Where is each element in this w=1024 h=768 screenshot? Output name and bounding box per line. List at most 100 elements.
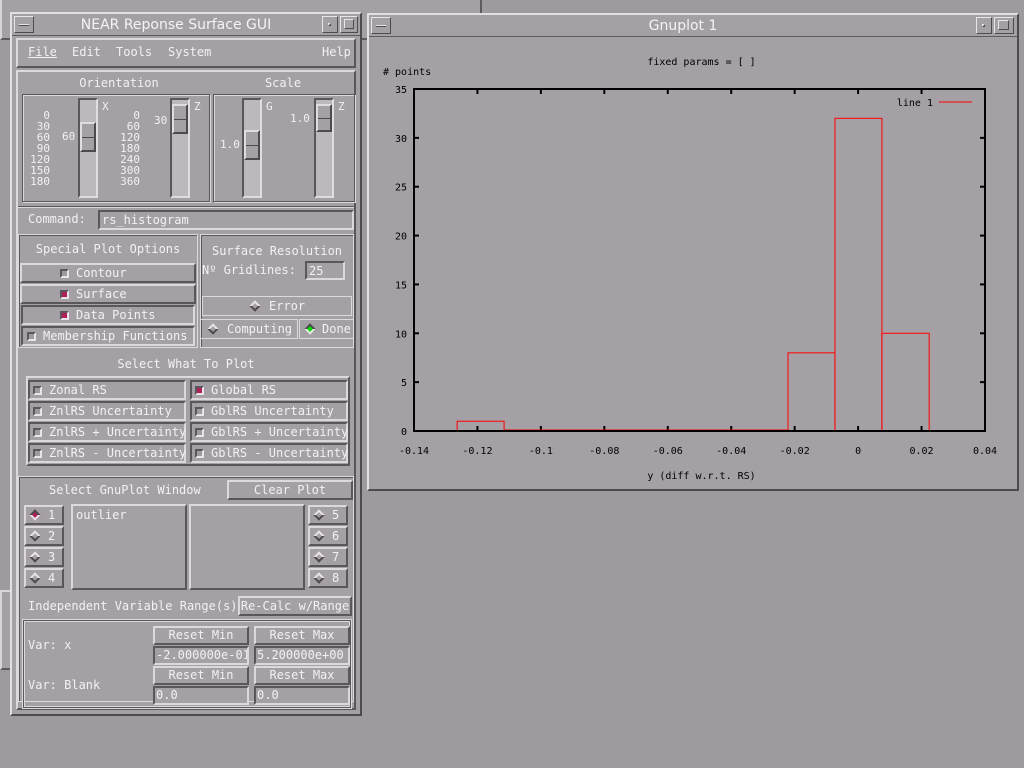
g-slider-thumb[interactable]: [244, 130, 260, 160]
x-tick-label: -0.06: [653, 446, 683, 457]
global-rs-checkbox[interactable]: [195, 386, 204, 395]
gridlines-input[interactable]: 25: [305, 261, 345, 280]
menu-help[interactable]: Help: [322, 45, 351, 59]
var-blank-reset-min-button[interactable]: Reset Min: [153, 666, 249, 685]
gnuplot-window-3-radio[interactable]: 3: [24, 547, 64, 567]
x-tick-label: -0.08: [589, 446, 619, 457]
tick-label: 360: [120, 175, 140, 188]
y-tick-label: 5: [401, 378, 407, 389]
contour-checkbox[interactable]: [60, 269, 69, 278]
maximize-button[interactable]: [340, 16, 358, 33]
x-tick-label: -0.02: [780, 446, 810, 457]
gblrs-uncertainty-checkbox[interactable]: [195, 407, 204, 416]
select-what-to-plot-label: Select What To Plot: [117, 357, 255, 371]
surface-checkbox[interactable]: [60, 290, 69, 299]
status-error: Error: [202, 296, 352, 316]
window-menu-button[interactable]: [14, 16, 34, 33]
maximize-button[interactable]: [994, 17, 1014, 34]
command-input[interactable]: rs_histogram: [98, 210, 354, 230]
gnuplot-window-4-radio[interactable]: 4: [24, 568, 64, 588]
option-membership-functions[interactable]: Membership Functions: [21, 326, 195, 346]
plot-list-right[interactable]: [189, 504, 305, 590]
scale-z-slider-thumb[interactable]: [316, 104, 332, 132]
rs-gui-titlebar[interactable]: NEAR Reponse Surface GUI: [12, 14, 360, 36]
plot-gblrs-plus-uncertainty[interactable]: GblRS + Uncertainty: [190, 422, 348, 442]
scale-z-slider[interactable]: [314, 98, 334, 198]
zonal-rs-checkbox[interactable]: [33, 386, 42, 395]
var-x-reset-min-button[interactable]: Reset Min: [153, 626, 249, 645]
var-x-reset-max-button[interactable]: Reset Max: [254, 626, 350, 645]
histogram-bin: [834, 117, 883, 432]
x-tick-label: 0: [855, 446, 861, 457]
radio-indicator-icon: [313, 530, 325, 542]
status-computing: Computing: [200, 319, 298, 339]
minimize-icon: [982, 24, 985, 27]
var-x-max-input[interactable]: 5.200000e+00: [254, 646, 350, 665]
radio-label: 6: [332, 529, 340, 543]
gblrs-plus-uncertainty-checkbox[interactable]: [195, 428, 204, 437]
znlrs-plus-uncertainty-checkbox[interactable]: [33, 428, 42, 437]
membership-functions-label: Membership Functions: [43, 329, 188, 343]
reset-min-label: Reset Min: [168, 668, 234, 682]
plot-gblrs-minus-uncertainty[interactable]: GblRS - Uncertainty: [190, 443, 348, 463]
gnuplot-window-5-radio[interactable]: 5: [308, 505, 348, 525]
gnuplot-window-1-radio[interactable]: 1: [24, 505, 64, 525]
clear-plot-button[interactable]: Clear Plot: [227, 480, 353, 500]
menu-system[interactable]: System: [168, 45, 211, 59]
option-surface[interactable]: Surface: [20, 284, 196, 304]
computing-indicator-icon: [207, 323, 219, 335]
membership-functions-checkbox[interactable]: [27, 332, 36, 341]
plot-znlrs-uncertainty[interactable]: ZnlRS Uncertainty: [28, 401, 186, 421]
menu-tools[interactable]: Tools: [116, 45, 152, 59]
gnuplot-window-6-radio[interactable]: 6: [308, 526, 348, 546]
gblrs-minus-uncertainty-checkbox[interactable]: [195, 449, 204, 458]
plot-znlrs-plus-uncertainty[interactable]: ZnlRS + Uncertainty: [28, 422, 186, 442]
radio-label: 7: [332, 550, 340, 564]
option-contour[interactable]: Contour: [20, 263, 196, 283]
y-tick-label: 30: [395, 134, 407, 145]
znlrs-uncertainty-checkbox[interactable]: [33, 407, 42, 416]
z-slider[interactable]: [170, 98, 190, 198]
plot-znlrs-minus-uncertainty[interactable]: ZnlRS - Uncertainty: [28, 443, 186, 463]
gnuplot-titlebar[interactable]: Gnuplot 1: [369, 15, 1017, 37]
plot-list-left[interactable]: outlier: [71, 504, 187, 590]
menu-file[interactable]: File: [28, 45, 57, 59]
gnuplot-window-8-radio[interactable]: 8: [308, 568, 348, 588]
gridlines-label: Nº Gridlines:: [202, 263, 296, 277]
menu-edit[interactable]: Edit: [72, 45, 101, 59]
radio-label: 2: [48, 529, 56, 543]
divider: [18, 206, 354, 208]
plot-global-rs[interactable]: Global RS: [190, 380, 348, 400]
window-menu-button[interactable]: [371, 17, 391, 34]
var-blank-max-input[interactable]: 0.0: [254, 686, 350, 705]
x-slider-ticks: 0 30 60 90 120 150 180: [24, 110, 50, 187]
contour-label: Contour: [76, 266, 127, 280]
x-slider[interactable]: [78, 98, 98, 198]
x-tick-label: -0.14: [399, 446, 429, 457]
gblrs-uncertainty-label: GblRS Uncertainty: [211, 404, 334, 418]
znlrs-uncertainty-label: ZnlRS Uncertainty: [49, 404, 172, 418]
minimize-button[interactable]: [322, 16, 338, 33]
znlrs-plus-uncertainty-label: ZnlRS + Uncertainty: [49, 425, 187, 439]
var-blank-min-input[interactable]: 0.0: [153, 686, 249, 705]
znlrs-minus-uncertainty-checkbox[interactable]: [33, 449, 42, 458]
minimize-button[interactable]: [976, 17, 992, 34]
var-x-min-input[interactable]: -2.000000e-01: [153, 646, 249, 665]
g-slider-axis-label: G: [266, 100, 273, 113]
var-blank-reset-max-button[interactable]: Reset Max: [254, 666, 350, 685]
plot-zonal-rs[interactable]: Zonal RS: [28, 380, 186, 400]
x-axis-label: y (diff w.r.t. RS): [647, 471, 755, 482]
option-data-points[interactable]: Data Points: [21, 305, 195, 325]
gnuplot-window-7-radio[interactable]: 7: [308, 547, 348, 567]
y-tick-label: 15: [395, 280, 407, 291]
x-slider-thumb[interactable]: [80, 122, 96, 152]
z-slider-thumb[interactable]: [172, 104, 188, 134]
recalc-with-range-button[interactable]: Re-Calc w/Range: [238, 596, 352, 616]
menu-bar: File Edit Tools System Help: [16, 38, 356, 68]
gnuplot-window-2-radio[interactable]: 2: [24, 526, 64, 546]
surface-resolution-label: Surface Resolution: [211, 244, 343, 258]
g-slider[interactable]: [242, 98, 262, 198]
plot-gblrs-uncertainty[interactable]: GblRS Uncertainty: [190, 401, 348, 421]
plot-list-item[interactable]: outlier: [76, 508, 127, 522]
data-points-checkbox[interactable]: [60, 311, 69, 320]
